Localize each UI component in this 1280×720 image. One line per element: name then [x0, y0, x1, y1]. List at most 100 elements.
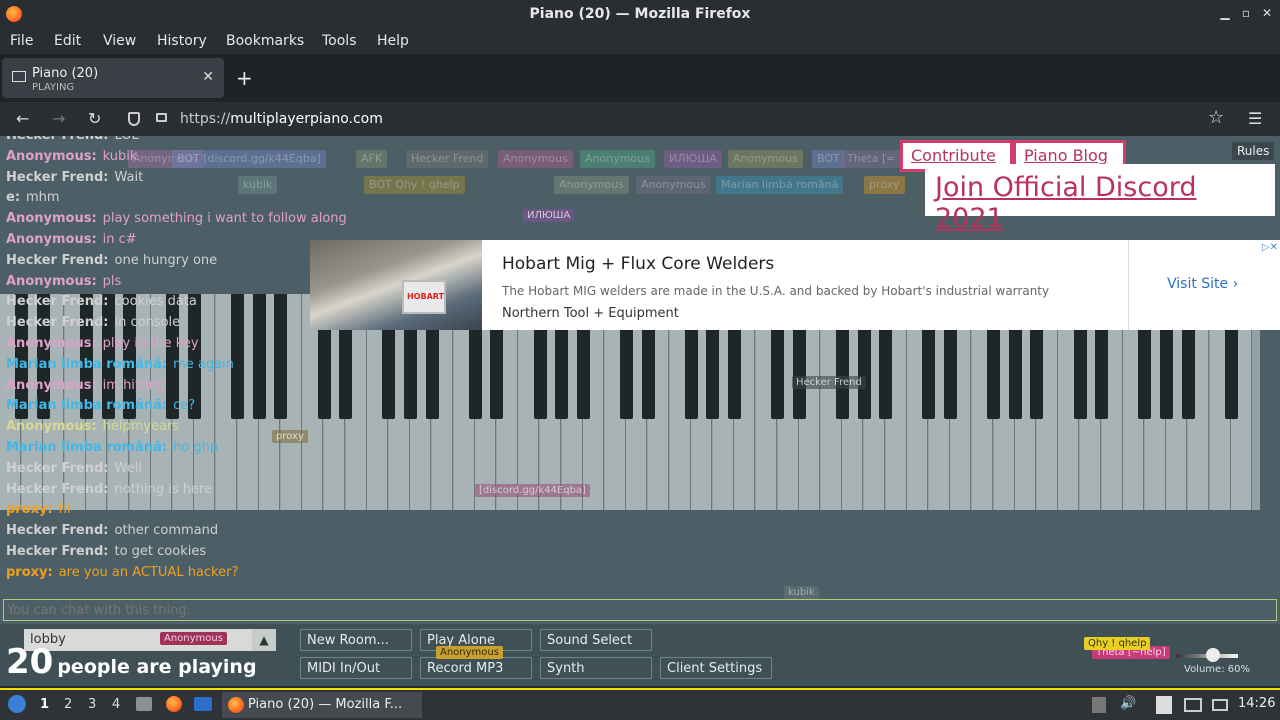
chat-message: Anonymous: play something i want to follo…: [6, 211, 347, 232]
advertisement[interactable]: HOBART Hobart Mig + Flux Core Welders Th…: [310, 240, 1280, 330]
ad-brand: Northern Tool + Equipment: [502, 306, 679, 321]
url-text[interactable]: https://multiplayerpiano.com: [180, 111, 383, 127]
file-manager-icon[interactable]: [136, 697, 152, 711]
volume-knob[interactable]: [1206, 648, 1221, 662]
participant-tag[interactable]: Marian limba română: [716, 176, 844, 194]
firefox-launcher-icon[interactable]: [166, 696, 182, 712]
participant-tag[interactable]: Anonymous: [580, 150, 655, 168]
chat-text: play in the key: [102, 335, 199, 351]
workspace-2[interactable]: 2: [64, 697, 72, 712]
participant-tag[interactable]: Anonymous: [554, 176, 629, 194]
participant-tag[interactable]: BOT Qhy ! qhelp: [364, 176, 465, 194]
workspace-3[interactable]: 3: [88, 697, 96, 712]
menu-view[interactable]: View: [103, 33, 136, 49]
chat-text: one hungry one: [114, 252, 218, 268]
client-settings-button[interactable]: Client Settings: [660, 657, 772, 679]
battery-icon[interactable]: [1212, 699, 1228, 711]
ad-title[interactable]: Hobart Mig + Flux Core Welders: [502, 254, 774, 274]
menu-history[interactable]: History: [157, 33, 207, 49]
clock: 14:26: [1238, 696, 1276, 711]
workspace-4[interactable]: 4: [112, 697, 120, 712]
taskbar-window-title: Piano (20) — Mozilla F...: [248, 697, 403, 712]
control-panel: lobby ▲ Anonymous 20 people are playing N…: [0, 624, 1280, 686]
ad-image[interactable]: HOBART: [310, 240, 482, 330]
chat-text: cookies data: [114, 294, 197, 310]
discord-link[interactable]: Join Official Discord 2021: [925, 164, 1275, 234]
participant-tag[interactable]: Hecker Frend: [406, 150, 489, 168]
chat-message: Hecker Frend: to get cookies: [6, 544, 336, 565]
menu-bookmarks[interactable]: Bookmarks: [226, 33, 304, 49]
minimize-button[interactable]: ▁: [1218, 6, 1232, 20]
chat-text: kubik: [102, 148, 138, 164]
rules-button[interactable]: Rules: [1232, 142, 1275, 160]
synth-button[interactable]: Synth: [540, 657, 652, 679]
shield-icon[interactable]: [128, 112, 140, 126]
new-tab-button[interactable]: +: [236, 66, 253, 90]
bookmark-star-icon[interactable]: ☆: [1208, 107, 1224, 128]
chat-author: Hecker Frend:: [6, 294, 109, 310]
clipboard-icon[interactable]: [1156, 696, 1172, 714]
chat-text: pls: [102, 273, 122, 289]
chat-message: Marian limba română: me again: [6, 357, 336, 378]
participant-tag[interactable]: proxy: [864, 176, 905, 194]
firefox-window-icon: [228, 697, 244, 713]
tab-title: Piano (20): [32, 66, 99, 81]
chat-message: Marian limba română: ce?: [6, 398, 336, 419]
chat-text: helpmyears: [102, 419, 180, 435]
participant-tag[interactable]: AFK: [356, 150, 388, 168]
ad-close-icon[interactable]: ▷✕: [1262, 242, 1278, 253]
chat-author: proxy:: [6, 502, 53, 518]
chat-input[interactable]: [3, 599, 1277, 621]
participant-tag[interactable]: ИЛЮША: [664, 150, 722, 168]
ad-description: The Hobart MIG welders are made in the U…: [502, 284, 1050, 298]
tab-close-icon[interactable]: ✕: [202, 69, 214, 85]
volume-tray-icon[interactable]: 🔊: [1120, 696, 1136, 711]
record-mp3-button[interactable]: Record MP3: [420, 657, 532, 679]
visit-site-button[interactable]: Visit Site ›: [1128, 240, 1280, 330]
tab-strip: Piano (20) PLAYING ✕ +: [0, 54, 1280, 102]
close-window-button[interactable]: ✕: [1260, 6, 1274, 20]
participant-tag[interactable]: Anonymous: [728, 150, 803, 168]
chat-text: Well: [114, 460, 142, 476]
sound-select-button[interactable]: Sound Select: [540, 629, 652, 651]
lock-icon[interactable]: [156, 113, 167, 122]
participant-tag[interactable]: Anonymous: [636, 176, 711, 194]
chat-text: LOL: [115, 136, 139, 143]
chat-message: Hecker Frend: Well: [6, 461, 336, 482]
menu-tools[interactable]: Tools: [322, 33, 357, 49]
tab-piano[interactable]: Piano (20) PLAYING ✕: [2, 58, 224, 98]
back-icon[interactable]: ←: [16, 109, 29, 128]
chat-author: Anonymous:: [6, 148, 97, 164]
menu-edit[interactable]: Edit: [54, 33, 81, 49]
tray-upload-icon[interactable]: [1092, 697, 1106, 713]
reload-icon[interactable]: ↻: [88, 109, 101, 128]
menu-help[interactable]: Help: [377, 33, 409, 49]
participant-tag[interactable]: BOT: [812, 150, 845, 168]
chat-text: hi: [58, 502, 71, 518]
midi-button[interactable]: MIDI In/Out: [300, 657, 412, 679]
chat-text: nothing is here: [114, 481, 213, 497]
screen-icon[interactable]: [1184, 698, 1202, 712]
new-room-button[interactable]: New Room...: [300, 629, 412, 651]
forward-icon[interactable]: →: [52, 109, 65, 128]
chat-message: Anonymous: helpmyears: [6, 419, 336, 440]
chat-message: e: mhm: [6, 190, 336, 211]
menu-file[interactable]: File: [10, 33, 33, 49]
terminal-icon[interactable]: [194, 697, 212, 711]
app-menu-icon[interactable]: ☰: [1248, 109, 1262, 128]
participant-tag[interactable]: Anonymous: [498, 150, 573, 168]
start-menu-icon[interactable]: [8, 695, 26, 713]
taskbar-firefox-window[interactable]: Piano (20) — Mozilla F...: [222, 692, 422, 718]
workspace-1[interactable]: 1: [40, 697, 49, 712]
chat-text: are you an ACTUAL hacker?: [58, 564, 239, 580]
cursor-tag-qhy: Qhy ! qhelp: [1084, 637, 1151, 650]
chat-author: Anonymous:: [6, 377, 97, 393]
chat-message: Hecker Frend: nothing is here: [6, 482, 336, 503]
url-scheme: https://: [180, 111, 231, 127]
participant-tag[interactable]: Theta [=: [842, 150, 901, 168]
chat-author: Hecker Frend:: [6, 252, 109, 268]
chat-author: proxy:: [6, 564, 53, 580]
url-bar[interactable]: https://multiplayerpiano.com: [120, 104, 1240, 134]
cursor-tag-kubik: kubik: [784, 586, 819, 599]
maximize-button[interactable]: ▫: [1239, 6, 1253, 20]
